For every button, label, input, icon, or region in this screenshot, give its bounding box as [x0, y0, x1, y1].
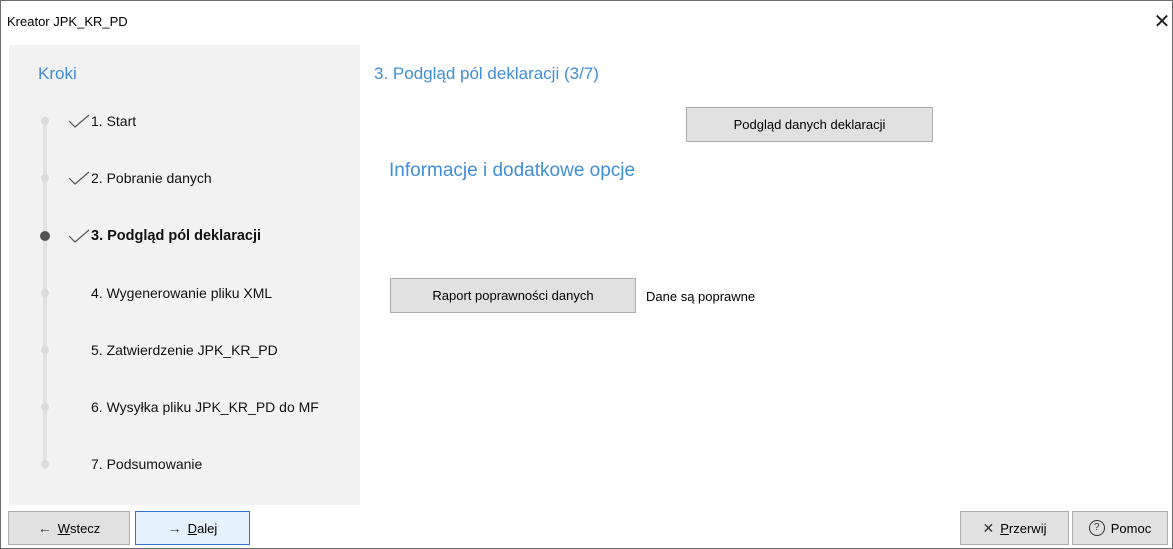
step-6: 6. Wysyłka pliku JPK_KR_PD do MF [9, 396, 360, 420]
step-dot [41, 460, 49, 468]
back-button[interactable]: ← Wstecz [8, 511, 130, 545]
back-label: stecz [69, 520, 101, 536]
title-bar: Kreator JPK_KR_PD ✕ [1, 1, 1172, 45]
step-7: 7. Podsumowanie [9, 453, 360, 477]
step-label: 4. Wygenerowanie pliku XML [91, 285, 273, 301]
step-dot [41, 117, 49, 125]
next-label: alej [197, 520, 218, 536]
step-label: 5. Zatwierdzenie JPK_KR_PD [91, 342, 278, 358]
step-label: 2. Pobranie danych [91, 170, 212, 186]
next-button[interactable]: → Dalej [135, 511, 250, 545]
help-label: Pomoc [1110, 520, 1152, 536]
abort-button[interactable]: ✕ Przerwij [960, 511, 1069, 545]
preview-declaration-button[interactable]: Podgląd danych deklaracji [686, 107, 933, 142]
close-icon: ✕ [982, 519, 995, 536]
step-label: 6. Wysyłka pliku JPK_KR_PD do MF [91, 399, 319, 415]
help-button[interactable]: ? Pomoc [1072, 511, 1168, 545]
arrow-left-icon: ← [37, 520, 52, 536]
check-icon [68, 171, 90, 185]
step-label: 7. Podsumowanie [91, 456, 203, 472]
step-dot [41, 346, 49, 354]
next-mnemonic: D [187, 520, 198, 536]
info-heading: Informacje i dodatkowe opcje [389, 160, 636, 181]
data-report-button[interactable]: Raport poprawności danych [390, 278, 636, 313]
step-1: 1. Start [9, 110, 360, 134]
step-4: 4. Wygenerowanie pliku XML [9, 282, 360, 306]
step-2: 2. Pobranie danych [9, 167, 360, 191]
step-dot [41, 289, 49, 297]
step-dot-current [40, 231, 50, 241]
back-mnemonic: W [57, 520, 70, 536]
step-3: 3. Podgląd pól deklaracji [9, 225, 360, 249]
steps-heading: Kroki [38, 64, 77, 83]
status-text: Dane są poprawne [646, 289, 756, 304]
abort-mnemonic: P [1000, 520, 1009, 536]
steps-panel: Kroki 1. Start 2. Pobranie danych 3. Pod… [9, 45, 360, 505]
step-5: 5. Zatwierdzenie JPK_KR_PD [9, 339, 360, 363]
close-icon[interactable]: ✕ [1152, 10, 1172, 34]
wizard-window: Kreator JPK_KR_PD ✕ Kroki 1. Start 2. Po… [0, 0, 1173, 549]
check-icon [68, 229, 90, 243]
step-label-current: 3. Podgląd pól deklaracji [91, 228, 262, 244]
step-dot [41, 174, 49, 182]
arrow-right-icon: → [167, 520, 182, 536]
help-icon: ? [1088, 520, 1105, 536]
page-title: 3. Podgląd pól deklaracji (3/7) [374, 64, 599, 83]
check-icon [68, 114, 90, 128]
window-title: Kreator JPK_KR_PD [7, 14, 128, 29]
step-dot [41, 403, 49, 411]
step-label: 1. Start [91, 113, 137, 129]
abort-label: rzerwij [1008, 520, 1047, 536]
